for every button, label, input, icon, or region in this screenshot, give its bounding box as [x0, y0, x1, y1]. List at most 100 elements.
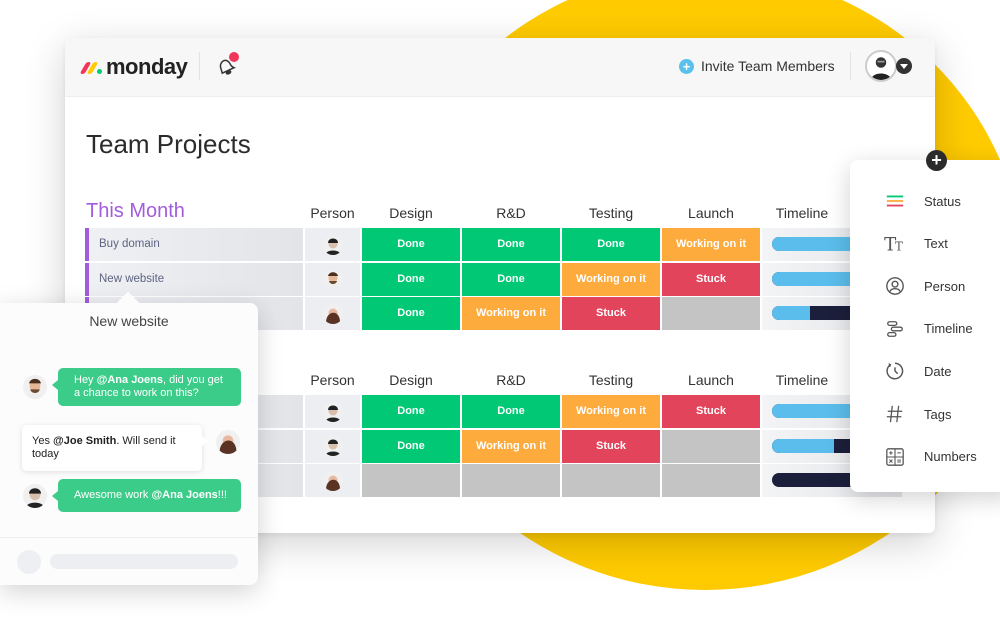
- composer-avatar: [17, 550, 41, 574]
- column-option-label: Tags: [924, 406, 952, 422]
- column-option-status[interactable]: Status: [884, 187, 961, 215]
- chat-title: New website: [89, 313, 169, 329]
- column-option-date[interactable]: Date: [884, 357, 951, 385]
- column-option-label: Numbers: [924, 449, 977, 465]
- status-cell-design[interactable]: Done: [362, 429, 460, 463]
- person-cell[interactable]: [305, 262, 360, 296]
- message-text: Hey: [74, 374, 97, 386]
- status-cell-testing[interactable]: [562, 464, 660, 497]
- timeline-icon: [884, 318, 906, 340]
- invite-team-members-button[interactable]: + Invite Team Members: [679, 58, 835, 74]
- column-option-numbers[interactable]: Numbers: [884, 443, 977, 471]
- column-option-timeline[interactable]: Timeline: [884, 315, 973, 343]
- clock-icon: [884, 360, 906, 382]
- status-cell-rd[interactable]: [462, 464, 560, 497]
- column-option-person[interactable]: Person: [884, 272, 965, 300]
- person-cell[interactable]: [305, 429, 360, 463]
- status-lines-icon: [884, 190, 906, 212]
- column-header-design[interactable]: Design: [362, 372, 460, 388]
- status-cell-design[interactable]: Done: [362, 395, 460, 428]
- divider: [199, 52, 200, 80]
- chat-footer: [0, 537, 258, 585]
- column-header-person[interactable]: Person: [305, 205, 360, 221]
- column-header-rd[interactable]: R&D: [462, 205, 560, 221]
- status-cell-design[interactable]: Done: [362, 228, 460, 261]
- message-text: Awesome work: [74, 489, 152, 501]
- column-header-timeline[interactable]: Timeline: [762, 372, 842, 388]
- status-cell-rd[interactable]: Done: [462, 262, 560, 296]
- row-name-cell[interactable]: New website: [85, 262, 303, 296]
- column-option-label: Status: [924, 193, 961, 209]
- status-cell-rd[interactable]: Done: [462, 228, 560, 261]
- timeline-fill: [772, 306, 811, 320]
- column-header-timeline[interactable]: Timeline: [762, 205, 842, 221]
- column-option-label: Text: [924, 236, 948, 252]
- status-cell-rd[interactable]: Working on it: [462, 297, 560, 330]
- column-option-label: Timeline: [924, 321, 973, 337]
- add-column-plus-icon[interactable]: +: [926, 150, 947, 171]
- row-name-cell[interactable]: Buy domain: [85, 228, 303, 261]
- person-cell[interactable]: [305, 228, 360, 261]
- text-icon: TT: [884, 233, 906, 255]
- timeline-fill: [772, 271, 854, 286]
- page-title: Team Projects: [86, 129, 251, 159]
- person-cell[interactable]: [305, 464, 360, 497]
- column-header-testing[interactable]: Testing: [562, 372, 660, 388]
- chat-message-input[interactable]: [50, 554, 238, 569]
- column-header-launch[interactable]: Launch: [662, 372, 760, 388]
- status-cell-design[interactable]: Done: [362, 262, 460, 296]
- person-cell[interactable]: [305, 395, 360, 428]
- column-header-launch[interactable]: Launch: [662, 205, 760, 221]
- mention[interactable]: @Ana Joens: [151, 489, 217, 501]
- mention[interactable]: @Ana Joens: [97, 374, 163, 386]
- column-option-text[interactable]: T T Text: [884, 230, 948, 258]
- invite-label: Invite Team Members: [701, 58, 835, 74]
- status-cell-launch[interactable]: Stuck: [662, 395, 760, 428]
- status-cell-launch[interactable]: Stuck: [662, 262, 760, 296]
- column-option-tags[interactable]: Tags: [884, 400, 951, 428]
- person-avatar: [322, 401, 343, 422]
- column-option-label: Person: [924, 278, 966, 294]
- column-header-design[interactable]: Design: [362, 205, 460, 221]
- account-menu-caret-icon[interactable]: [896, 58, 912, 74]
- status-cell-rd[interactable]: Done: [462, 395, 560, 428]
- status-cell-design[interactable]: Done: [362, 297, 460, 330]
- chat-message: Hey @Ana Joens, did you get a chance to …: [52, 368, 241, 406]
- status-cell-testing[interactable]: Working on it: [562, 395, 660, 428]
- status-cell-launch[interactable]: [662, 429, 760, 463]
- monday-logo[interactable]: monday: [79, 54, 188, 80]
- logo-mark-icon: [79, 60, 102, 74]
- divider: [850, 52, 851, 80]
- message-text: Yes: [32, 435, 54, 447]
- column-header-rd[interactable]: R&D: [462, 372, 560, 388]
- chat-popup: New website Hey @Ana Joens, did you get …: [0, 291, 258, 585]
- person-cell[interactable]: [305, 297, 360, 330]
- status-cell-design[interactable]: [362, 464, 460, 497]
- user-avatar[interactable]: [865, 50, 897, 82]
- message-text: !!!: [217, 489, 227, 501]
- column-header-testing[interactable]: Testing: [562, 205, 660, 221]
- hash-icon: [884, 403, 906, 425]
- timeline-fill: [772, 438, 835, 453]
- column-picker-popup: Status T T Text Person Timeline Date Tags Number…: [850, 160, 1000, 492]
- message-avatar: [216, 430, 240, 454]
- mention[interactable]: @Joe Smith: [53, 435, 116, 447]
- group-title[interactable]: This Month: [86, 200, 185, 223]
- status-cell-launch[interactable]: [662, 297, 760, 330]
- top-bar: monday + Invite Team Members: [65, 38, 935, 97]
- person-avatar: [322, 269, 343, 289]
- plus-circle-icon: +: [679, 58, 694, 74]
- column-option-label: Date: [924, 363, 952, 379]
- status-cell-testing[interactable]: Stuck: [562, 297, 660, 330]
- person-avatar: [322, 436, 343, 456]
- person-avatar: [322, 470, 343, 491]
- column-header-person[interactable]: Person: [305, 372, 360, 388]
- person-avatar: [322, 234, 343, 255]
- status-cell-launch[interactable]: Working on it: [662, 228, 760, 261]
- status-cell-testing[interactable]: Working on it: [562, 262, 660, 296]
- status-cell-launch[interactable]: [662, 464, 760, 497]
- status-cell-rd[interactable]: Working on it: [462, 429, 560, 463]
- calculator-icon: [884, 446, 906, 468]
- status-cell-testing[interactable]: Stuck: [562, 429, 660, 463]
- status-cell-testing[interactable]: Done: [562, 228, 660, 261]
